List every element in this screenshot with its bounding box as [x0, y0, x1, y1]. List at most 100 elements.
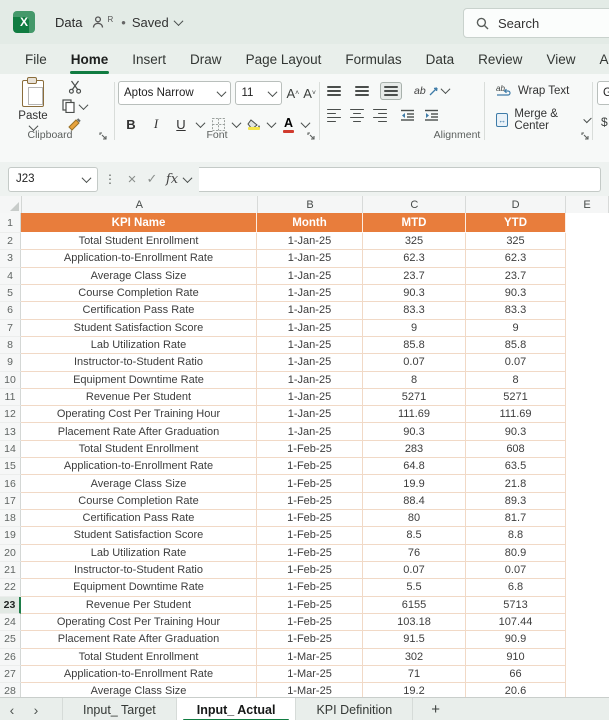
row-header-4[interactable]: 4 — [0, 268, 21, 285]
cell[interactable]: 1-Feb-25 — [257, 597, 363, 614]
column-header-E[interactable]: E — [566, 196, 609, 213]
cell[interactable]: 1-Jan-25 — [257, 372, 363, 389]
row-header-3[interactable]: 3 — [0, 250, 21, 267]
ribbon-tab-automate[interactable]: Automate — [588, 47, 609, 72]
cell[interactable]: 107.44 — [466, 614, 566, 631]
column-header-B[interactable]: B — [258, 196, 364, 213]
row-header-27[interactable]: 27 — [0, 666, 21, 683]
cell[interactable]: 1-Feb-25 — [257, 579, 363, 596]
row-header-28[interactable]: 28 — [0, 683, 21, 697]
cell[interactable]: 90.3 — [466, 285, 566, 302]
cell[interactable]: 111.69 — [363, 406, 466, 423]
cell-empty-E[interactable] — [566, 213, 609, 233]
cell[interactable]: Instructor-to-Student Ratio — [21, 354, 257, 371]
cell[interactable]: 1-Feb-25 — [257, 510, 363, 527]
cell[interactable]: 1-Feb-25 — [257, 441, 363, 458]
cell[interactable]: 1-Jan-25 — [257, 268, 363, 285]
sheet-tab-input-actual[interactable]: Input_ Actual — [177, 698, 297, 720]
cell[interactable]: 71 — [363, 666, 466, 683]
cell[interactable]: Average Class Size — [21, 268, 257, 285]
cell[interactable]: 23.7 — [466, 268, 566, 285]
cell[interactable]: Revenue Per Student — [21, 389, 257, 406]
ribbon-tab-insert[interactable]: Insert — [121, 47, 177, 72]
cell-empty-E[interactable] — [566, 250, 609, 267]
cell-empty-E[interactable] — [566, 527, 609, 544]
cell-empty-E[interactable] — [566, 441, 609, 458]
row-header-7[interactable]: 7 — [0, 320, 21, 337]
add-sheet-button[interactable]: + — [431, 701, 440, 718]
cell-empty-E[interactable] — [566, 354, 609, 371]
cell[interactable]: 1-Mar-25 — [257, 666, 363, 683]
cell-empty-E[interactable] — [566, 649, 609, 666]
cell[interactable]: Operating Cost Per Training Hour — [21, 614, 257, 631]
cell[interactable]: 81.7 — [466, 510, 566, 527]
cell[interactable]: Application-to-Enrollment Rate — [21, 458, 257, 475]
center-button[interactable] — [350, 109, 364, 123]
cell[interactable]: 5271 — [466, 389, 566, 406]
cell[interactable]: 608 — [466, 441, 566, 458]
cell[interactable]: 89.3 — [466, 493, 566, 510]
cell[interactable]: 62.3 — [466, 250, 566, 267]
row-header-8[interactable]: 8 — [0, 337, 21, 354]
row-header-6[interactable]: 6 — [0, 302, 21, 319]
cell[interactable]: 90.9 — [466, 631, 566, 648]
cell[interactable]: 66 — [466, 666, 566, 683]
bottom-align-button[interactable] — [380, 82, 402, 100]
wrap-text-button[interactable]: ab Wrap Text — [496, 84, 590, 97]
save-status[interactable]: • Saved — [121, 15, 181, 30]
cell-empty-E[interactable] — [566, 683, 609, 697]
ribbon-tab-data[interactable]: Data — [415, 47, 466, 72]
ribbon-tab-draw[interactable]: Draw — [179, 47, 233, 72]
cell[interactable]: 9 — [363, 320, 466, 337]
row-header-12[interactable]: 12 — [0, 406, 21, 423]
cell[interactable]: Instructor-to-Student Ratio — [21, 562, 257, 579]
row-header-26[interactable]: 26 — [0, 649, 21, 666]
cell[interactable]: 1-Jan-25 — [257, 285, 363, 302]
cell[interactable]: 283 — [363, 441, 466, 458]
cell-empty-E[interactable] — [566, 268, 609, 285]
currency-format-button[interactable]: $ — [597, 115, 609, 129]
column-header-A[interactable]: A — [22, 196, 258, 213]
cell[interactable]: 5271 — [363, 389, 466, 406]
row-header-14[interactable]: 14 — [0, 441, 21, 458]
copy-button[interactable] — [62, 99, 87, 113]
cell-empty-E[interactable] — [566, 597, 609, 614]
cell[interactable]: 83.3 — [363, 302, 466, 319]
row-header-21[interactable]: 21 — [0, 562, 21, 579]
number-format-select[interactable]: General — [597, 81, 609, 105]
row-header-23[interactable]: 23 — [0, 597, 21, 614]
cell[interactable]: 8 — [466, 372, 566, 389]
cell-empty-E[interactable] — [566, 562, 609, 579]
cell[interactable]: 80 — [363, 510, 466, 527]
cell-empty-E[interactable] — [566, 545, 609, 562]
cell[interactable]: Application-to-Enrollment Rate — [21, 250, 257, 267]
cell[interactable]: 85.8 — [466, 337, 566, 354]
cell[interactable]: Lab Utilization Rate — [21, 337, 257, 354]
cell-empty-E[interactable] — [566, 233, 609, 250]
cell[interactable]: 80.9 — [466, 545, 566, 562]
cell[interactable]: 1-Feb-25 — [257, 527, 363, 544]
ribbon-tab-view[interactable]: View — [535, 47, 586, 72]
row-header-10[interactable]: 10 — [0, 372, 21, 389]
cell[interactable]: Certification Pass Rate — [21, 302, 257, 319]
clipboard-dialog-launcher[interactable] — [98, 131, 108, 141]
cell[interactable]: Course Completion Rate — [21, 285, 257, 302]
top-align-button[interactable] — [324, 83, 344, 99]
cancel-button[interactable]: × — [122, 169, 142, 189]
font-name-select[interactable]: Aptos Narrow — [118, 81, 231, 105]
cell[interactable]: 91.5 — [363, 631, 466, 648]
font-dialog-launcher[interactable] — [306, 131, 316, 141]
search-input[interactable]: Search — [463, 8, 609, 38]
cell[interactable]: 20.6 — [466, 683, 566, 697]
cell[interactable]: 1-Feb-25 — [257, 458, 363, 475]
cell[interactable]: 1-Jan-25 — [257, 337, 363, 354]
cell[interactable]: 90.3 — [363, 423, 466, 440]
cell[interactable]: Placement Rate After Graduation — [21, 631, 257, 648]
formula-bar-handle[interactable]: ⋮ — [104, 172, 116, 186]
cell[interactable]: Total Student Enrollment — [21, 441, 257, 458]
cell[interactable]: 90.3 — [466, 423, 566, 440]
cell-empty-E[interactable] — [566, 458, 609, 475]
row-header-15[interactable]: 15 — [0, 458, 21, 475]
row-header-2[interactable]: 2 — [0, 233, 21, 250]
cell-empty-E[interactable] — [566, 320, 609, 337]
